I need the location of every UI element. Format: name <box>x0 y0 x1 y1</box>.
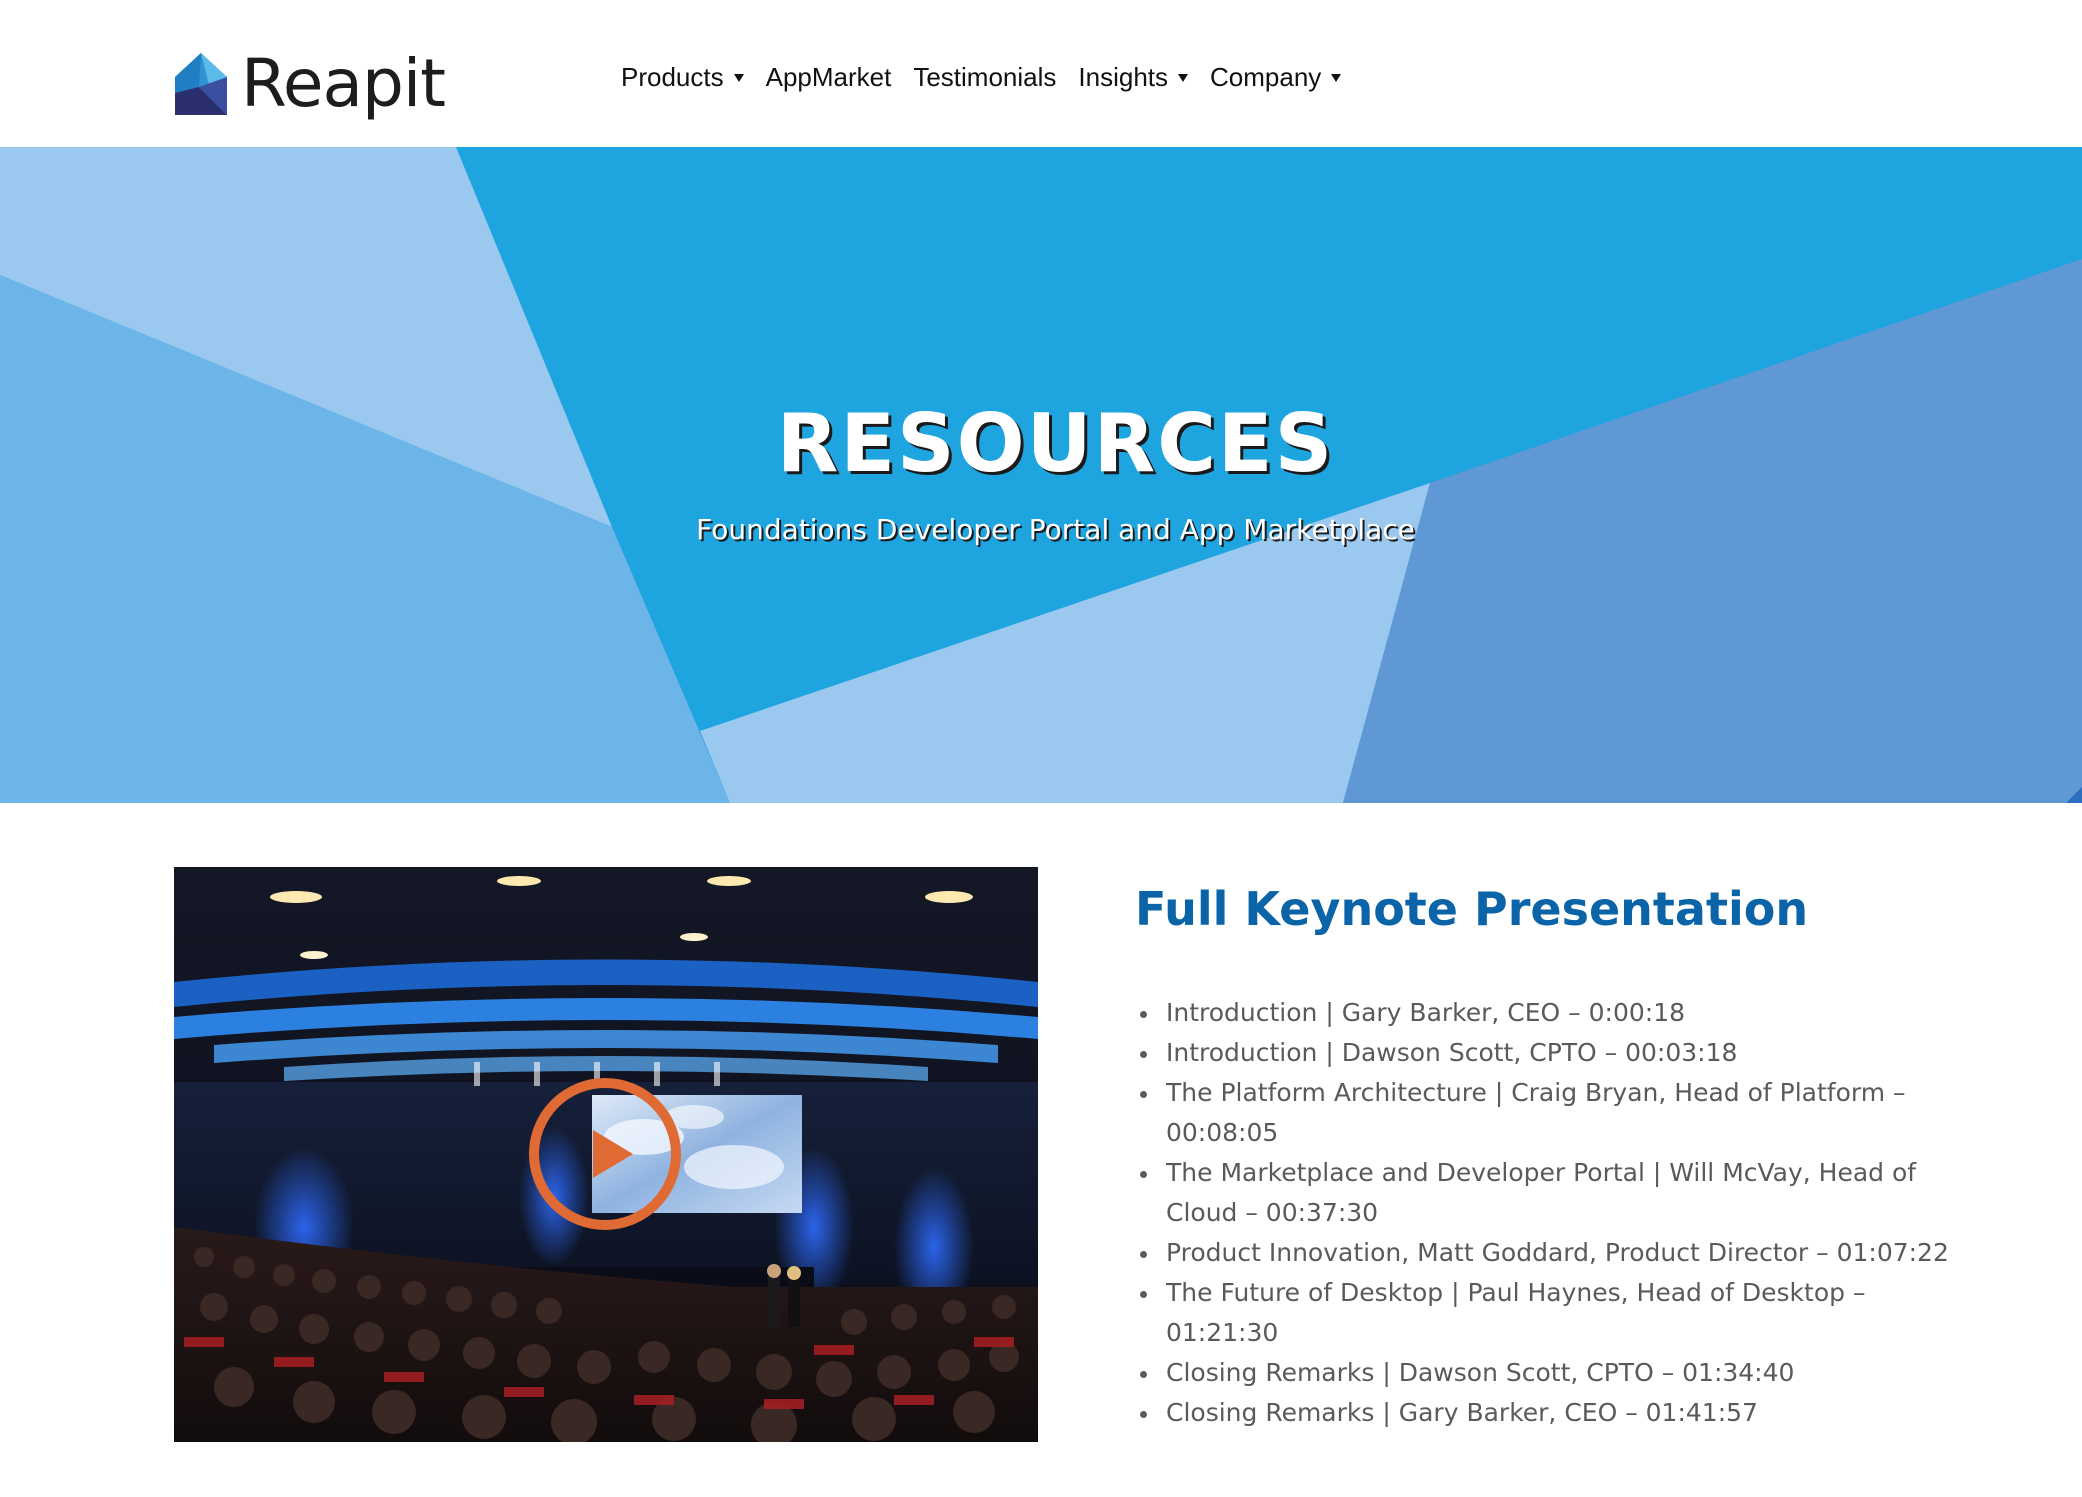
brand-name: Reapit <box>241 45 446 122</box>
list-item: The Platform Architecture | Craig Bryan,… <box>1135 1073 1955 1153</box>
keynote-video[interactable] <box>174 867 1038 1442</box>
nav-products-label: Products <box>621 62 724 92</box>
site-header: Reapit Products AppMarket Testimonials I… <box>0 0 2082 147</box>
nav-testimonials[interactable]: Testimonials <box>913 62 1056 93</box>
nav-insights[interactable]: Insights <box>1078 62 1189 93</box>
list-item: Product Innovation, Matt Goddard, Produc… <box>1135 1233 1955 1273</box>
keynote-agenda-list: Introduction | Gary Barker, CEO – 0:00:1… <box>1135 993 1955 1433</box>
caret-down-icon <box>1331 73 1342 82</box>
page-title: RESOURCES <box>776 397 1335 490</box>
main-nav: Products AppMarket Testimonials Insights… <box>621 62 1342 93</box>
brand-logo[interactable]: Reapit <box>175 45 446 122</box>
list-item: Introduction | Dawson Scott, CPTO – 00:0… <box>1135 1033 1955 1073</box>
list-item: The Future of Desktop | Paul Haynes, Hea… <box>1135 1273 1955 1353</box>
page-subtitle: Foundations Developer Portal and App Mar… <box>696 513 1415 546</box>
list-item: The Marketplace and Developer Portal | W… <box>1135 1153 1955 1233</box>
nav-company[interactable]: Company <box>1210 62 1342 93</box>
nav-insights-label: Insights <box>1078 62 1169 92</box>
nav-appmarket[interactable]: AppMarket <box>766 62 892 93</box>
list-item: Introduction | Gary Barker, CEO – 0:00:1… <box>1135 993 1955 1033</box>
list-item: Closing Remarks | Gary Barker, CEO – 01:… <box>1135 1393 1955 1433</box>
caret-down-icon <box>1178 73 1189 82</box>
house-logo-icon <box>175 53 227 115</box>
nav-company-label: Company <box>1210 62 1322 92</box>
nav-testimonials-label: Testimonials <box>913 62 1057 92</box>
caret-down-icon <box>733 73 744 82</box>
nav-appmarket-label: AppMarket <box>765 62 892 92</box>
list-item: Closing Remarks | Dawson Scott, CPTO – 0… <box>1135 1353 1955 1393</box>
nav-products[interactable]: Products <box>621 62 744 93</box>
keynote-title: Full Keynote Presentation <box>1135 882 1809 936</box>
play-icon[interactable] <box>527 1076 683 1232</box>
hero-banner: RESOURCES Foundations Developer Portal a… <box>0 147 2082 803</box>
